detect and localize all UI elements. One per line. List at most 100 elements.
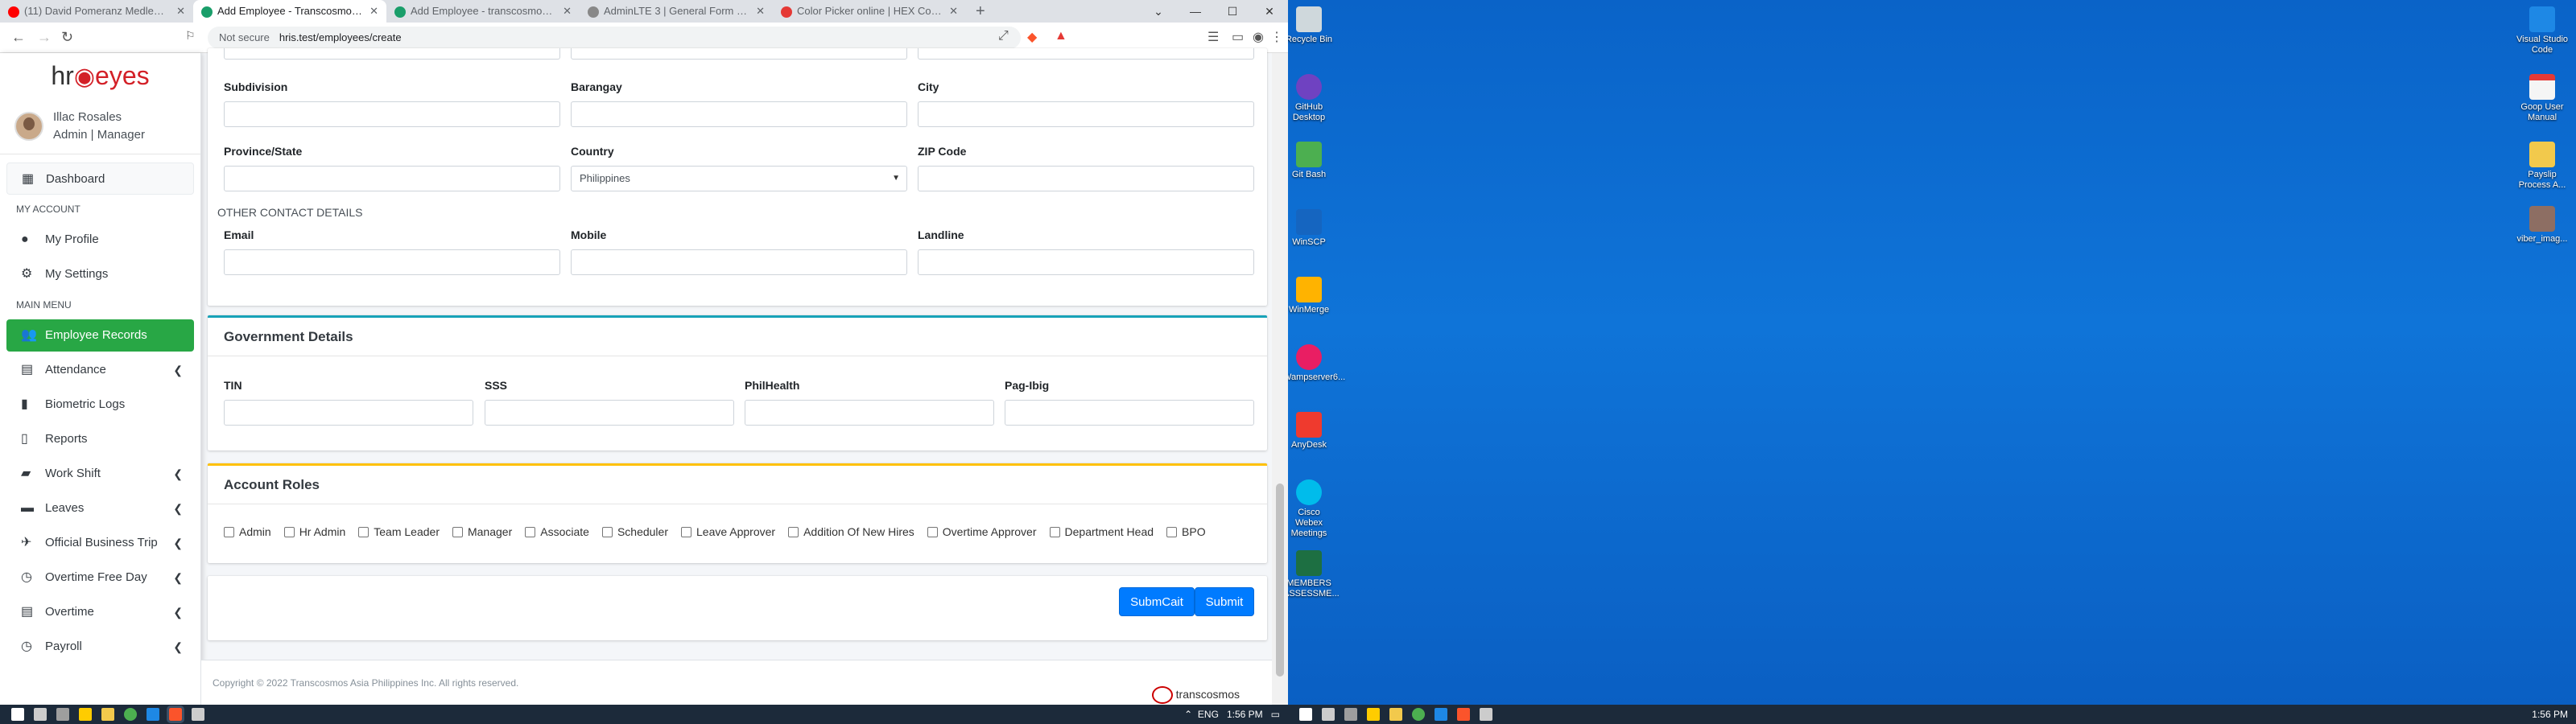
- recycle-bin-icon[interactable]: Recycle Bin: [1288, 6, 1335, 45]
- start-icon[interactable]: [11, 708, 24, 721]
- tab-add-employee-2[interactable]: Add Employee - transcosmos Asia Ph ✕: [386, 0, 580, 23]
- checkbox[interactable]: [788, 526, 799, 537]
- app-icon[interactable]: [1480, 708, 1492, 721]
- profile-icon[interactable]: ◉: [1253, 29, 1264, 45]
- file-explorer-icon[interactable]: [101, 708, 114, 721]
- checkbox[interactable]: [358, 526, 369, 537]
- reload-icon[interactable]: ↻: [61, 29, 73, 46]
- checkbox[interactable]: [224, 526, 234, 537]
- checkbox[interactable]: [927, 526, 938, 537]
- wampserver-icon[interactable]: Wampserver6...: [1288, 344, 1345, 383]
- address-input-partial[interactable]: [918, 48, 1254, 60]
- checkbox[interactable]: [452, 526, 463, 537]
- brave-icon[interactable]: [1457, 708, 1470, 721]
- sidebar-item-leaves[interactable]: ▬ Leaves ❮: [6, 492, 194, 524]
- sidebar-item-payroll[interactable]: ◷ Payroll ❮: [6, 631, 194, 663]
- address-input-partial[interactable]: [571, 48, 907, 60]
- clock[interactable]: 1:56 PM: [2532, 705, 2568, 724]
- close-icon[interactable]: ✕: [563, 0, 572, 23]
- role-hr-admin[interactable]: Hr Admin: [283, 525, 345, 538]
- sidebar-item-overtime[interactable]: ▤ Overtime ❮: [6, 596, 194, 628]
- url-field[interactable]: Not secure hris.test/employees/create: [208, 27, 1021, 49]
- close-icon[interactable]: ✕: [176, 0, 185, 23]
- document-file-icon[interactable]: Payslip Process A...: [2516, 142, 2568, 191]
- tab-add-employee[interactable]: Add Employee - Transcosmos Asi ✕: [193, 0, 386, 23]
- address-input-partial[interactable]: [224, 48, 560, 60]
- maximize-icon[interactable]: ☐: [1214, 0, 1251, 23]
- user-panel[interactable]: Illac Rosales Admin | Manager: [0, 98, 200, 154]
- checkbox[interactable]: [525, 526, 536, 537]
- start-icon[interactable]: [1299, 708, 1312, 721]
- git-bash-icon[interactable]: Git Bash: [1288, 142, 1335, 180]
- winscp-icon[interactable]: WinSCP: [1288, 209, 1335, 248]
- app-icon[interactable]: [1344, 708, 1357, 721]
- folder-icon[interactable]: [1367, 708, 1380, 721]
- file-explorer-icon[interactable]: [1389, 708, 1402, 721]
- role-associate[interactable]: Associate: [525, 525, 589, 538]
- wallet-icon[interactable]: ▭: [1232, 29, 1244, 45]
- share-icon[interactable]: ⤢: [998, 29, 1009, 43]
- checkbox[interactable]: [601, 526, 613, 537]
- new-tab-button[interactable]: +: [966, 0, 995, 23]
- sidebar-item-overtime-free-day[interactable]: ◷ Overtime Free Day ❮: [6, 562, 194, 594]
- role-team-leader[interactable]: Team Leader: [358, 525, 440, 538]
- sidebar-item-dashboard[interactable]: ▦ Dashboard: [6, 162, 194, 195]
- pdf-file-icon[interactable]: Goop User Manual: [2516, 74, 2568, 123]
- forward-icon[interactable]: →: [37, 29, 52, 46]
- mobile-input[interactable]: [571, 249, 907, 275]
- clock[interactable]: 1:56 PM: [1227, 709, 1263, 720]
- landline-input[interactable]: [918, 249, 1254, 275]
- zip-input[interactable]: [918, 166, 1254, 191]
- tab-youtube[interactable]: (11) David Pomeranz Medley - EastSi ✕: [0, 0, 193, 23]
- philhealth-input[interactable]: [745, 400, 994, 426]
- bookmark-icon[interactable]: ⚐: [185, 29, 196, 43]
- checkbox[interactable]: [1166, 526, 1178, 537]
- submitcait-button[interactable]: SubmCait: [1119, 587, 1195, 616]
- winmerge-icon[interactable]: WinMerge: [1288, 277, 1335, 315]
- tab-color-picker[interactable]: Color Picker online | HEX Color Pi ✕: [773, 0, 966, 23]
- tin-input[interactable]: [224, 400, 473, 426]
- role-manager[interactable]: Manager: [452, 525, 512, 538]
- sidebar-item-reports[interactable]: ▯ Reports: [6, 423, 194, 455]
- country-select[interactable]: Philippines ▼: [571, 166, 907, 191]
- cisco-webex-icon[interactable]: Cisco Webex Meetings: [1288, 479, 1335, 539]
- role-bpo[interactable]: BPO: [1166, 525, 1206, 538]
- subdivision-input[interactable]: [224, 101, 560, 127]
- sidebar-item-my-settings[interactable]: ⚙ My Settings: [6, 258, 194, 290]
- vscode-icon[interactable]: [147, 708, 159, 721]
- task-view-icon[interactable]: [1322, 708, 1335, 721]
- chrome-icon[interactable]: [124, 708, 137, 721]
- scrollbar[interactable]: [1272, 53, 1288, 705]
- brave-shield-icon[interactable]: ◆: [1027, 29, 1037, 45]
- checkbox[interactable]: [283, 526, 295, 537]
- chevron-down-icon[interactable]: ⌄: [1140, 0, 1177, 23]
- folder-icon[interactable]: [79, 708, 92, 721]
- role-addition-of-new-hires[interactable]: Addition Of New Hires: [788, 525, 914, 538]
- email-input[interactable]: [224, 249, 560, 275]
- city-input[interactable]: [918, 101, 1254, 127]
- minimize-icon[interactable]: —: [1177, 0, 1214, 23]
- app-logo[interactable]: hr◉eyes: [0, 53, 200, 98]
- barangay-input[interactable]: [571, 101, 907, 127]
- chrome-icon[interactable]: [1412, 708, 1425, 721]
- pagibig-input[interactable]: [1005, 400, 1254, 426]
- sidebar-item-biometric-logs[interactable]: ▮ Biometric Logs: [6, 389, 194, 421]
- notification-icon[interactable]: ▭: [1271, 709, 1280, 720]
- menu-icon[interactable]: ⋮: [1270, 29, 1283, 45]
- sidebar-item-attendance[interactable]: ▤ Attendance ❮: [6, 354, 194, 386]
- sidebar-item-work-shift[interactable]: ▰ Work Shift ❮: [6, 458, 194, 490]
- vscode-desktop-icon[interactable]: Visual Studio Code: [2516, 6, 2568, 56]
- excel-file-icon[interactable]: MEMBERS ASSESSME...: [1288, 550, 1340, 599]
- role-overtime-approver[interactable]: Overtime Approver: [927, 525, 1037, 538]
- province-input[interactable]: [224, 166, 560, 191]
- github-desktop-icon[interactable]: GitHub Desktop: [1288, 74, 1335, 123]
- app-icon[interactable]: [192, 708, 204, 721]
- checkbox[interactable]: [681, 526, 691, 537]
- close-icon[interactable]: ✕: [756, 0, 765, 23]
- role-admin[interactable]: Admin: [224, 525, 271, 538]
- sidebar-item-official-business-trip[interactable]: ✈ Official Business Trip ❮: [6, 527, 194, 559]
- chevron-up-icon[interactable]: ⌃: [1184, 709, 1192, 720]
- role-scheduler[interactable]: Scheduler: [601, 525, 668, 538]
- role-leave-approver[interactable]: Leave Approver: [681, 525, 775, 538]
- submit-button[interactable]: Submit: [1195, 587, 1254, 616]
